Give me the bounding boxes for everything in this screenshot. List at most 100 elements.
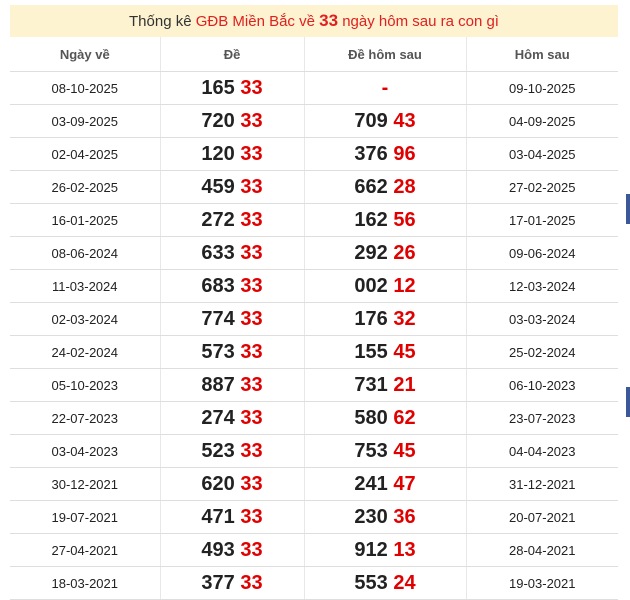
de-suffix: 33 bbox=[240, 208, 263, 231]
de-suffix: 33 bbox=[240, 142, 263, 165]
next-prefix: 162 bbox=[354, 208, 388, 231]
table-row: 26-02-2025 459 33 662 28 27-02-2025 bbox=[10, 170, 618, 204]
next-date-cell: 06-10-2023 bbox=[466, 368, 618, 402]
de-prefix: 120 bbox=[201, 142, 235, 165]
de-suffix: 33 bbox=[240, 340, 263, 363]
side-widget-tab[interactable] bbox=[626, 194, 630, 224]
next-de-cell: 553 24 bbox=[304, 566, 467, 600]
table-row: 05-10-2023 887 33 731 21 06-10-2023 bbox=[10, 368, 618, 402]
next-prefix: 002 bbox=[354, 274, 388, 297]
next-date-cell: 09-06-2024 bbox=[466, 236, 618, 270]
de-cell: 471 33 bbox=[160, 500, 305, 534]
de-cell: 887 33 bbox=[160, 368, 305, 402]
next-prefix: 753 bbox=[354, 439, 388, 462]
next-suffix: 26 bbox=[393, 241, 416, 264]
title-number[interactable]: 33 bbox=[319, 11, 338, 30]
next-de-cell: - bbox=[304, 71, 467, 105]
de-cell: 120 33 bbox=[160, 137, 305, 171]
next-de-cell: 176 32 bbox=[304, 302, 467, 336]
next-suffix: 24 bbox=[393, 571, 416, 594]
title-prefix: Thống kê bbox=[129, 13, 192, 30]
title-highlight-2[interactable]: ngày hôm sau ra con gì bbox=[342, 13, 499, 30]
next-suffix: 43 bbox=[393, 109, 416, 132]
next-suffix: 56 bbox=[393, 208, 416, 231]
table-row: 22-07-2023 274 33 580 62 23-07-2023 bbox=[10, 401, 618, 435]
de-prefix: 720 bbox=[201, 109, 235, 132]
table-row: 19-07-2021 471 33 230 36 20-07-2021 bbox=[10, 500, 618, 534]
results-table: Ngày về Đề Đề hôm sau Hôm sau 08-10-2025… bbox=[10, 37, 618, 600]
table-row: 24-02-2024 573 33 155 45 25-02-2024 bbox=[10, 335, 618, 369]
de-prefix: 377 bbox=[201, 571, 235, 594]
de-suffix: 33 bbox=[240, 571, 263, 594]
header-hom-sau: Hôm sau bbox=[466, 37, 618, 72]
next-de-cell: 731 21 bbox=[304, 368, 467, 402]
header-de-hom-sau: Đề hôm sau bbox=[304, 37, 467, 72]
date-cell: 05-10-2023 bbox=[10, 368, 161, 402]
de-suffix: 33 bbox=[240, 538, 263, 561]
table-row: 11-03-2024 683 33 002 12 12-03-2024 bbox=[10, 269, 618, 303]
de-cell: 377 33 bbox=[160, 566, 305, 600]
next-suffix: 12 bbox=[393, 274, 416, 297]
table-row: 03-09-2025 720 33 709 43 04-09-2025 bbox=[10, 104, 618, 138]
de-cell: 720 33 bbox=[160, 104, 305, 138]
de-cell: 683 33 bbox=[160, 269, 305, 303]
table-header-row: Ngày về Đề Đề hôm sau Hôm sau bbox=[10, 37, 618, 72]
table-row: 08-06-2024 633 33 292 26 09-06-2024 bbox=[10, 236, 618, 270]
de-suffix: 33 bbox=[240, 109, 263, 132]
next-prefix: 241 bbox=[354, 472, 388, 495]
de-suffix: 33 bbox=[240, 76, 263, 99]
next-prefix: 230 bbox=[354, 505, 388, 528]
date-cell: 30-12-2021 bbox=[10, 467, 161, 501]
next-date-cell: 03-03-2024 bbox=[466, 302, 618, 336]
next-suffix: 45 bbox=[393, 340, 416, 363]
table-row: 16-01-2025 272 33 162 56 17-01-2025 bbox=[10, 203, 618, 237]
next-de-cell: 292 26 bbox=[304, 236, 467, 270]
next-suffix: 96 bbox=[393, 142, 416, 165]
table-row: 02-03-2024 774 33 176 32 03-03-2024 bbox=[10, 302, 618, 336]
de-suffix: 33 bbox=[240, 373, 263, 396]
de-suffix: 33 bbox=[240, 439, 263, 462]
next-de-cell: 376 96 bbox=[304, 137, 467, 171]
next-de-cell: 230 36 bbox=[304, 500, 467, 534]
de-cell: 274 33 bbox=[160, 401, 305, 435]
next-prefix: 176 bbox=[354, 307, 388, 330]
date-cell: 19-07-2021 bbox=[10, 500, 161, 534]
header-de: Đề bbox=[160, 37, 305, 72]
date-cell: 27-04-2021 bbox=[10, 533, 161, 567]
de-cell: 573 33 bbox=[160, 335, 305, 369]
date-cell: 08-06-2024 bbox=[10, 236, 161, 270]
next-prefix: 709 bbox=[354, 109, 388, 132]
next-prefix: 155 bbox=[354, 340, 388, 363]
table-row: 02-04-2025 120 33 376 96 03-04-2025 bbox=[10, 137, 618, 171]
next-date-cell: 23-07-2023 bbox=[466, 401, 618, 435]
next-prefix: 376 bbox=[354, 142, 388, 165]
next-de-cell: 002 12 bbox=[304, 269, 467, 303]
date-cell: 18-03-2021 bbox=[10, 566, 161, 600]
de-prefix: 523 bbox=[201, 439, 235, 462]
de-prefix: 633 bbox=[201, 241, 235, 264]
next-date-cell: 04-04-2023 bbox=[466, 434, 618, 468]
de-suffix: 33 bbox=[240, 241, 263, 264]
next-suffix: 45 bbox=[393, 439, 416, 462]
de-prefix: 493 bbox=[201, 538, 235, 561]
table-row: 27-04-2021 493 33 912 13 28-04-2021 bbox=[10, 533, 618, 567]
next-de-cell: 241 47 bbox=[304, 467, 467, 501]
next-de-cell: 753 45 bbox=[304, 434, 467, 468]
date-cell: 02-04-2025 bbox=[10, 137, 161, 171]
de-suffix: 33 bbox=[240, 274, 263, 297]
date-cell: 11-03-2024 bbox=[10, 269, 161, 303]
de-suffix: 33 bbox=[240, 307, 263, 330]
de-cell: 459 33 bbox=[160, 170, 305, 204]
next-de-cell: 662 28 bbox=[304, 170, 467, 204]
de-prefix: 774 bbox=[201, 307, 235, 330]
de-prefix: 471 bbox=[201, 505, 235, 528]
date-cell: 22-07-2023 bbox=[10, 401, 161, 435]
de-suffix: 33 bbox=[240, 406, 263, 429]
next-date-cell: 20-07-2021 bbox=[466, 500, 618, 534]
next-de-cell: 580 62 bbox=[304, 401, 467, 435]
next-suffix: 28 bbox=[393, 175, 416, 198]
de-prefix: 620 bbox=[201, 472, 235, 495]
next-suffix: 36 bbox=[393, 505, 416, 528]
side-widget-tab[interactable] bbox=[626, 387, 630, 417]
title-highlight-1[interactable]: GĐB Miền Bắc về bbox=[196, 13, 315, 30]
